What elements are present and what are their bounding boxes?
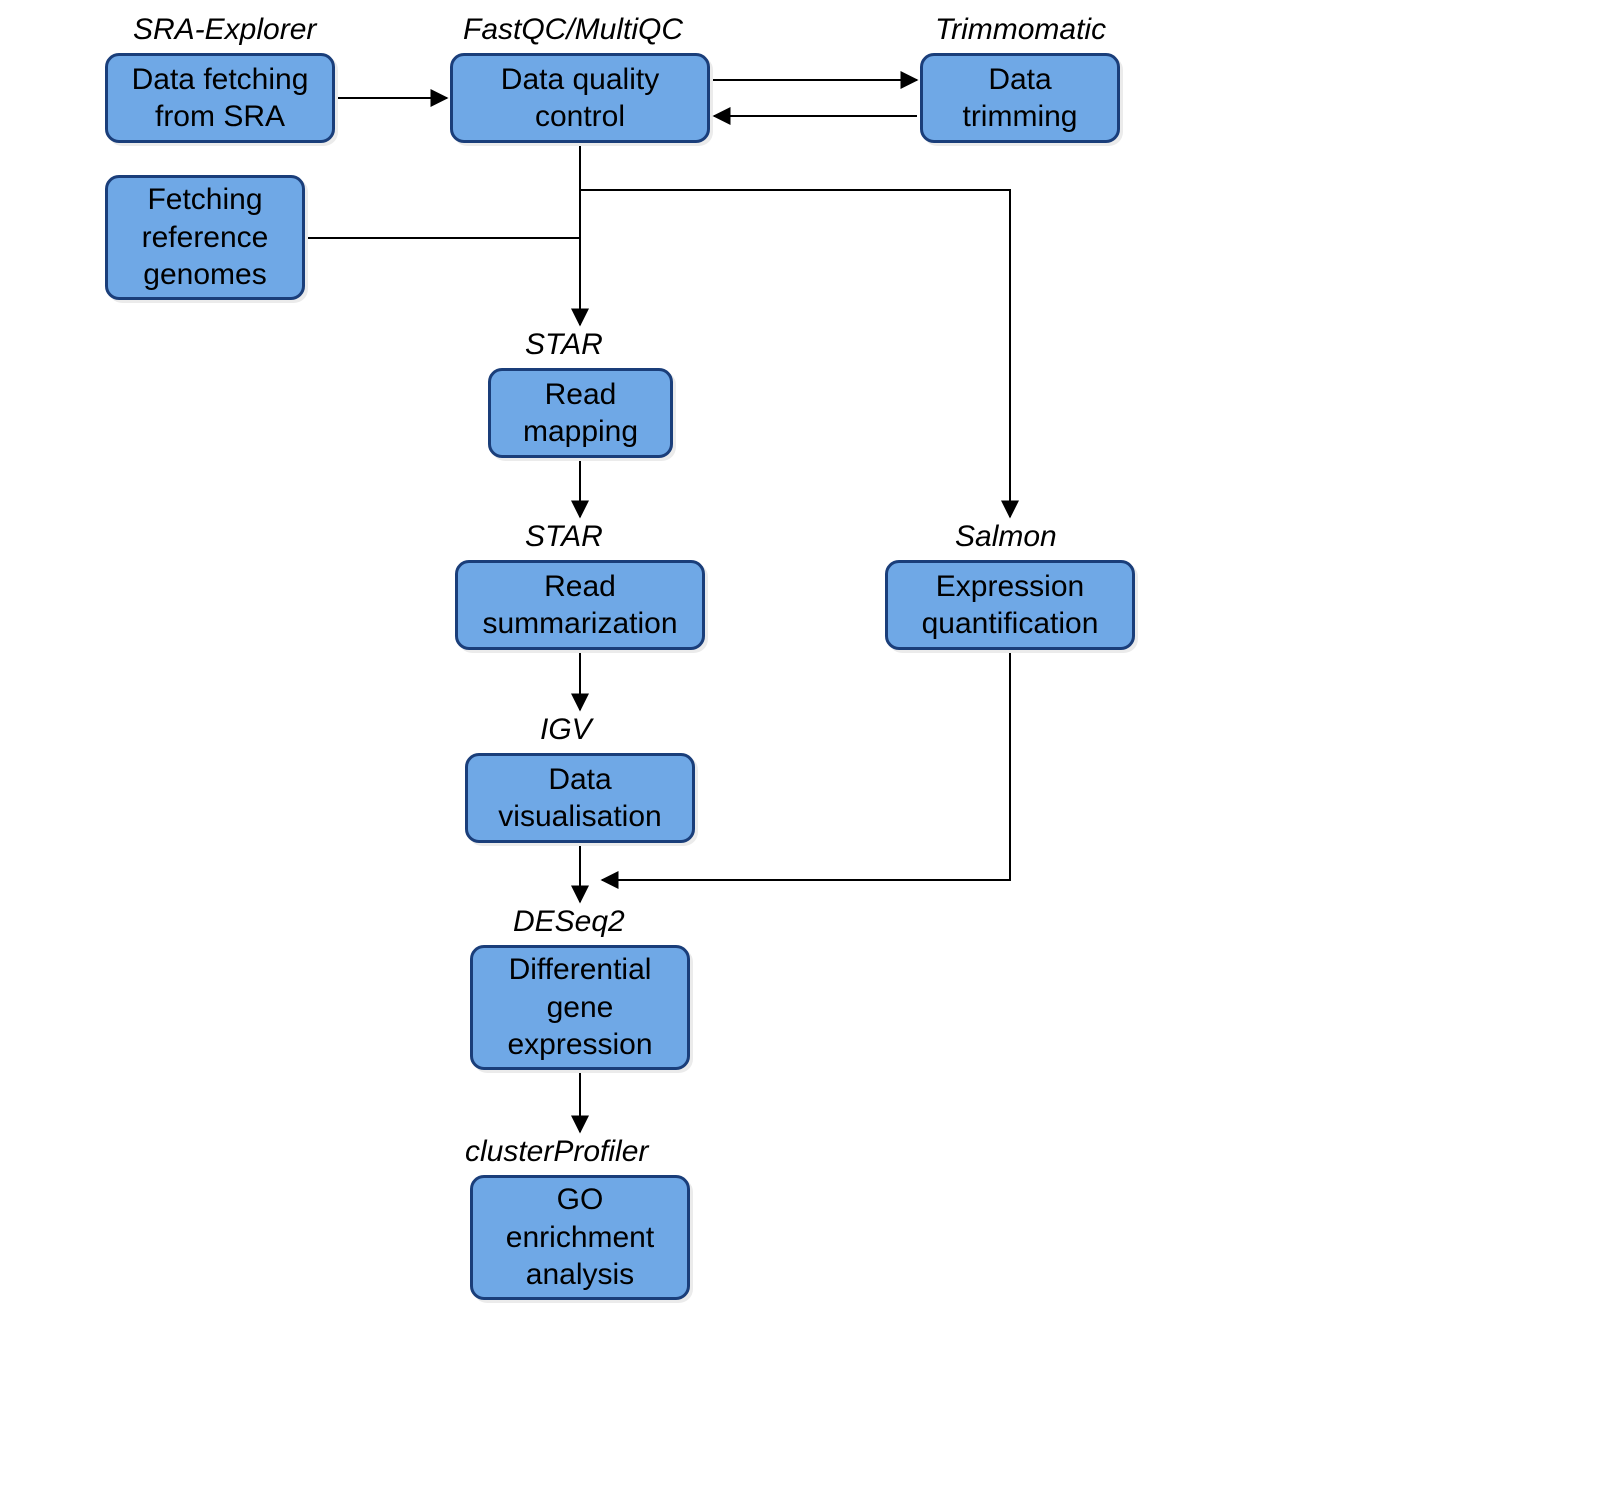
node-go-enrich: GO enrichment analysis	[470, 1175, 690, 1300]
node-data-vis: Data visualisation	[465, 753, 695, 843]
node-data-qc: Data quality control	[450, 53, 710, 143]
node-fetch-ref-label: Fetching reference genomes	[118, 181, 292, 294]
tool-label-deseq2: DESeq2	[513, 905, 625, 939]
tool-label-clusterprofiler: clusterProfiler	[465, 1135, 648, 1169]
tool-label-star-sum: STAR	[525, 520, 603, 554]
node-data-vis-label: Data visualisation	[478, 761, 682, 836]
node-read-mapping-label: Read mapping	[501, 376, 660, 451]
node-diff-expr: Differential gene expression	[470, 945, 690, 1070]
node-data-fetching-label: Data fetching from SRA	[118, 61, 322, 136]
node-expr-quant: Expression quantification	[885, 560, 1135, 650]
node-data-qc-label: Data quality control	[463, 61, 697, 136]
node-read-summ: Read summarization	[455, 560, 705, 650]
node-fetch-ref: Fetching reference genomes	[105, 175, 305, 300]
node-data-fetching: Data fetching from SRA	[105, 53, 335, 143]
node-read-summ-label: Read summarization	[468, 568, 692, 643]
node-data-trimming: Data trimming	[920, 53, 1120, 143]
flowchart-canvas: SRA-Explorer FastQC/MultiQC Trimmomatic …	[0, 0, 1600, 1509]
node-diff-expr-label: Differential gene expression	[483, 951, 677, 1064]
tool-label-igv: IGV	[540, 713, 592, 747]
node-data-trimming-label: Data trimming	[933, 61, 1107, 136]
node-read-mapping: Read mapping	[488, 368, 673, 458]
node-expr-quant-label: Expression quantification	[898, 568, 1122, 643]
tool-label-trimmomatic: Trimmomatic	[935, 13, 1106, 47]
edge-qc-to-salmon	[580, 190, 1010, 517]
tool-label-sra-explorer: SRA-Explorer	[133, 13, 316, 47]
tool-label-fastqc-multiqc: FastQC/MultiQC	[463, 13, 683, 47]
node-go-enrich-label: GO enrichment analysis	[483, 1181, 677, 1294]
tool-label-salmon: Salmon	[955, 520, 1057, 554]
tool-label-star-map: STAR	[525, 328, 603, 362]
